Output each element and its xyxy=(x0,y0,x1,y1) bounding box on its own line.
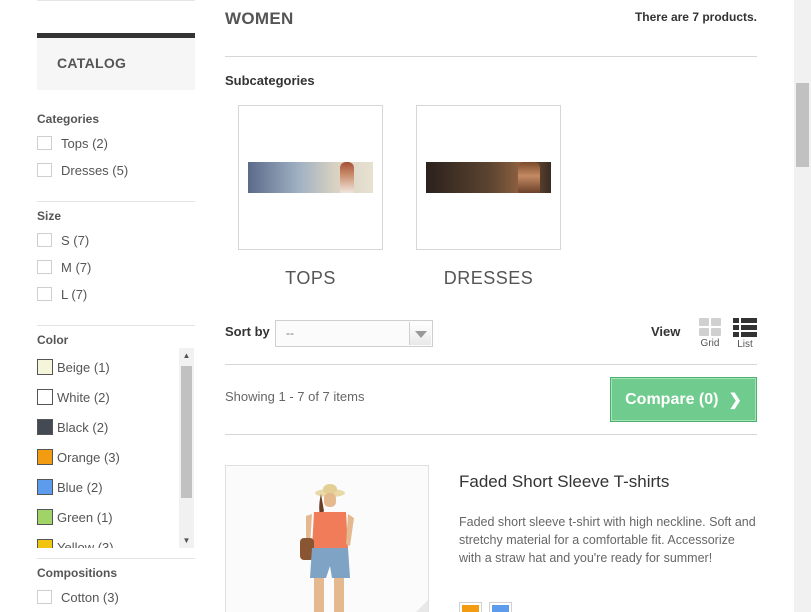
view-grid-label: Grid xyxy=(700,338,720,349)
filter-label: Black (2) xyxy=(57,419,109,435)
sort-select[interactable]: -- xyxy=(275,320,433,347)
filter-label: M (7) xyxy=(61,259,92,275)
page: CATALOG Categories Tops (2) Dresses (5) … xyxy=(0,0,811,612)
filter-category-dresses[interactable]: Dresses (5) xyxy=(37,161,128,179)
color-swatch[interactable] xyxy=(37,389,53,405)
model-photo xyxy=(300,484,354,612)
size-title: Size xyxy=(37,209,62,223)
filter-size-s[interactable]: S (7) xyxy=(37,231,89,249)
sidebar-top-divider xyxy=(37,0,195,2)
grid-icon xyxy=(699,318,721,336)
subcategories-title: Subcategories xyxy=(225,73,315,88)
filter-label: Orange (3) xyxy=(57,449,120,465)
filter-size-l[interactable]: L (7) xyxy=(37,285,87,303)
filter-color-beige[interactable]: Beige (1) xyxy=(37,358,110,376)
filter-divider xyxy=(37,201,195,202)
filter-divider xyxy=(37,558,195,559)
filter-label: Blue (2) xyxy=(57,479,103,495)
list-divider xyxy=(225,434,757,435)
filter-composition-cotton[interactable]: Cotton (3) xyxy=(37,588,119,606)
categories-title: Categories xyxy=(37,112,100,126)
view-grid-button[interactable]: Grid xyxy=(697,318,723,349)
subcategory-tops-link[interactable]: TOPS xyxy=(238,268,383,289)
compositions-title: Compositions xyxy=(37,566,117,580)
filter-label: Dresses (5) xyxy=(61,162,129,178)
page-scrollbar-thumb[interactable] xyxy=(796,83,809,167)
catalog-title: CATALOG xyxy=(57,55,127,71)
product-color-swatch-blue[interactable] xyxy=(489,602,512,612)
scrollbar-thumb[interactable] xyxy=(181,366,192,498)
product-color-swatch-orange[interactable] xyxy=(459,602,482,612)
compare-button[interactable]: Compare (0) ❯ xyxy=(610,377,757,422)
chevron-right-icon: ❯ xyxy=(728,391,742,409)
filter-color-white[interactable]: White (2) xyxy=(37,388,110,406)
filter-label: White (2) xyxy=(57,389,110,405)
image-corner-decoration xyxy=(403,599,428,612)
product-name-link[interactable]: Faded Short Sleeve T-shirts xyxy=(459,472,669,492)
view-label: View xyxy=(651,324,681,339)
header-divider xyxy=(225,56,757,57)
color-title: Color xyxy=(37,333,69,347)
view-list-button[interactable]: List xyxy=(732,318,758,350)
filter-label: Beige (1) xyxy=(57,359,110,375)
filter-label: Yellow (3) xyxy=(57,539,114,549)
checkbox[interactable] xyxy=(37,163,52,177)
page-title: WOMEN xyxy=(225,9,294,28)
product-image[interactable] xyxy=(225,465,429,612)
subcategory-dresses-image[interactable] xyxy=(416,105,561,250)
checkbox[interactable] xyxy=(37,136,52,150)
catalog-block: CATALOG xyxy=(37,33,195,90)
compare-button-label: Compare (0) xyxy=(625,390,719,408)
scroll-up-icon[interactable]: ▲ xyxy=(179,348,194,363)
filter-size-m[interactable]: M (7) xyxy=(37,258,91,276)
color-swatch[interactable] xyxy=(37,419,53,435)
filter-label: Cotton (3) xyxy=(61,589,119,605)
color-swatch[interactable] xyxy=(37,449,53,465)
page-scrollbar[interactable] xyxy=(794,0,811,612)
filter-color-blue[interactable]: Blue (2) xyxy=(37,478,103,496)
subcategory-dresses-link[interactable]: DRESSES xyxy=(416,268,561,289)
sort-selected-value: -- xyxy=(286,326,294,340)
checkbox[interactable] xyxy=(37,233,52,247)
color-swatch[interactable] xyxy=(37,509,53,525)
scroll-down-icon[interactable]: ▼ xyxy=(179,533,194,548)
filter-divider xyxy=(37,325,195,326)
product-count: There are 7 products. xyxy=(634,10,757,24)
color-swatch[interactable] xyxy=(37,479,53,495)
toolbar-divider xyxy=(225,364,757,365)
filter-label: Tops (2) xyxy=(61,135,108,151)
tops-banner-image xyxy=(248,162,373,193)
color-filter-list[interactable]: Beige (1) White (2) Black (2) Orange (3)… xyxy=(37,348,195,548)
color-list-scrollbar[interactable]: ▲ ▼ xyxy=(179,348,194,548)
color-swatch[interactable] xyxy=(37,359,53,375)
checkbox[interactable] xyxy=(37,287,52,301)
checkbox[interactable] xyxy=(37,590,52,604)
view-list-label: List xyxy=(737,339,753,350)
filter-category-tops[interactable]: Tops (2) xyxy=(37,134,108,152)
filter-color-green[interactable]: Green (1) xyxy=(37,508,113,526)
color-swatch[interactable] xyxy=(37,539,53,548)
filter-label: S (7) xyxy=(61,232,90,248)
filter-label: Green (1) xyxy=(57,509,113,525)
filter-color-yellow[interactable]: Yellow (3) xyxy=(37,538,114,548)
subcategory-tops-image[interactable] xyxy=(238,105,383,250)
chevron-down-icon[interactable] xyxy=(409,322,431,345)
filter-label: L (7) xyxy=(61,286,88,302)
checkbox[interactable] xyxy=(37,260,52,274)
sort-label: Sort by xyxy=(225,324,270,339)
showing-items-text: Showing 1 - 7 of 7 items xyxy=(225,389,365,404)
filter-color-black[interactable]: Black (2) xyxy=(37,418,108,436)
list-icon xyxy=(733,318,757,337)
dresses-banner-image xyxy=(426,162,551,193)
product-description: Faded short sleeve t-shirt with high nec… xyxy=(459,515,756,565)
filter-color-orange[interactable]: Orange (3) xyxy=(37,448,120,466)
